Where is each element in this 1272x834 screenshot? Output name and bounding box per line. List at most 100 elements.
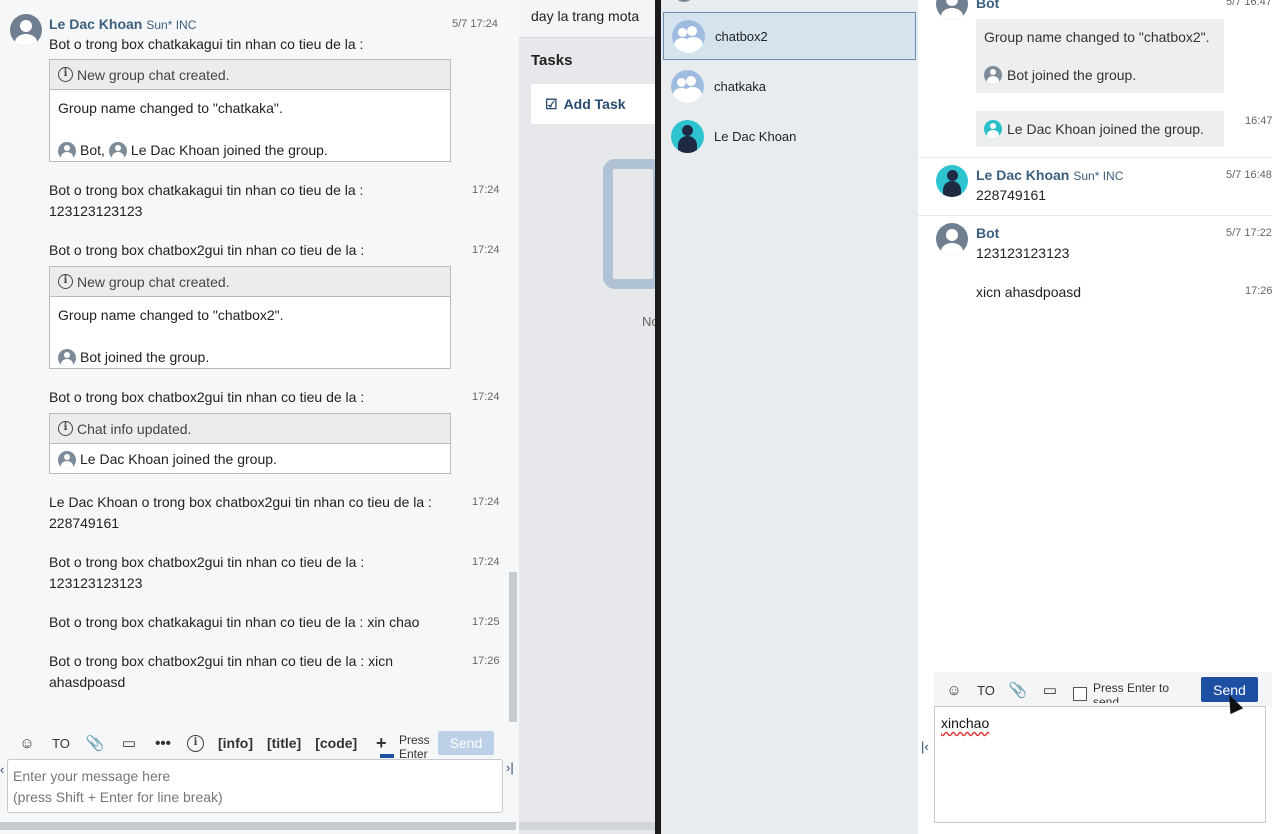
emoji-icon[interactable]: ☺ bbox=[944, 680, 964, 700]
video-call-icon[interactable]: ▭ bbox=[119, 733, 139, 753]
plus-icon[interactable]: + bbox=[371, 733, 391, 753]
message-time: 5/7 17:22 bbox=[1226, 227, 1272, 239]
info-icon: i bbox=[58, 421, 73, 436]
to-button[interactable]: TO bbox=[976, 680, 996, 700]
system-box-line: Bot, bbox=[80, 142, 105, 158]
emoji-icon[interactable]: ☺ bbox=[17, 733, 37, 753]
system-line: Le Dac Khoan joined the group. bbox=[1007, 121, 1204, 137]
message-time: 17:26 bbox=[1245, 285, 1272, 297]
sender-org: Sun* INC bbox=[146, 18, 197, 32]
sender-avatar[interactable] bbox=[10, 14, 42, 46]
attachment-icon[interactable]: 📎 bbox=[1008, 680, 1028, 700]
sender-name[interactable]: Bot bbox=[976, 225, 999, 241]
system-message: Le Dac Khoan joined the group. bbox=[976, 111, 1224, 147]
press-enter-checkbox[interactable] bbox=[1073, 687, 1087, 701]
message-text: 123123123123 bbox=[976, 245, 1070, 261]
right-window: chatbox2 chatkaka Le Dac Khoan Bot 5/7 1… bbox=[661, 0, 1272, 834]
system-box-header: New group chat created. bbox=[77, 273, 230, 290]
message-time: 17:24 bbox=[472, 556, 500, 568]
message-text: Bot o trong box chatkakagui tin nhan co … bbox=[49, 614, 420, 630]
code-tag-button[interactable]: [code] bbox=[315, 735, 357, 751]
message-separator bbox=[918, 157, 1272, 158]
room-item-chatkaka[interactable]: chatkaka bbox=[663, 62, 916, 110]
press-enter-label[interactable]: Press Enter to send bbox=[1093, 681, 1169, 703]
sender-name[interactable]: Le Dac Khoan Sun* INC bbox=[976, 167, 1123, 183]
message-time: 17:24 bbox=[472, 244, 500, 256]
left-composer-toolbar: ☺ TO 📎 ▭ ••• i [info] [title] [code] + bbox=[17, 732, 391, 754]
sender-name-text: Le Dac Khoan bbox=[49, 16, 143, 32]
timeline-scrollbar[interactable] bbox=[509, 572, 517, 722]
press-enter-checkbox[interactable] bbox=[380, 754, 394, 758]
collapse-icon[interactable]: |‹ bbox=[921, 739, 929, 754]
attachment-icon[interactable]: 📎 bbox=[85, 733, 105, 753]
message-time: 5/7 16:47 bbox=[1226, 0, 1272, 8]
sender-name-text: Le Dac Khoan bbox=[976, 167, 1070, 183]
input-value: xinchao bbox=[941, 715, 990, 731]
press-enter-text: Press Enter to bbox=[1093, 681, 1170, 695]
title-tag-button[interactable]: [title] bbox=[267, 735, 301, 751]
sender-name[interactable]: Le Dac Khoan Sun* INC bbox=[49, 16, 196, 32]
info-icon: i bbox=[58, 274, 73, 289]
message-time: 17:26 bbox=[472, 655, 500, 667]
left-window: Le Dac Khoan Sun* INC 5/7 17:24 Bot o tro… bbox=[0, 0, 655, 834]
user-mini-avatar bbox=[58, 141, 76, 160]
system-message-box: i New group chat created. Group name chan… bbox=[49, 266, 451, 369]
group-avatar bbox=[671, 69, 704, 103]
chevron-right-icon[interactable]: ›| bbox=[506, 760, 514, 775]
message-text: 123123123123 bbox=[49, 203, 143, 219]
system-box-header: Chat info updated. bbox=[77, 420, 192, 437]
send-button[interactable]: Send bbox=[438, 731, 494, 755]
message-input[interactable]: xinchao bbox=[934, 706, 1266, 823]
tasks-heading: Tasks bbox=[531, 52, 573, 69]
room-description: day la trang mota bbox=[519, 0, 655, 38]
room-item-chatbox2[interactable]: chatbox2 bbox=[663, 12, 916, 60]
message-text: 123123123123 bbox=[49, 575, 143, 591]
info-icon[interactable]: i bbox=[187, 734, 204, 752]
system-box-line: Le Dac Khoan joined the group. bbox=[130, 142, 328, 158]
message-text: ahasdpoasd bbox=[49, 674, 126, 690]
room-name: Le Dac Khoan bbox=[714, 128, 797, 144]
sender-avatar[interactable] bbox=[936, 223, 968, 255]
to-button[interactable]: TO bbox=[51, 733, 71, 753]
system-line: Bot joined the group. bbox=[1007, 67, 1137, 83]
right-composer-toolbar: ☺ TO 📎 ▭ bbox=[944, 679, 1060, 701]
user-mini-avatar bbox=[108, 141, 127, 160]
message-text: Bot o trong box chatbox2gui tin nhan co … bbox=[49, 653, 394, 669]
message-time: 17:25 bbox=[472, 616, 500, 628]
add-task-button[interactable]: ☑ Add Task bbox=[531, 84, 655, 124]
system-box-line: Bot joined the group. bbox=[80, 349, 210, 365]
user-mini-avatar bbox=[58, 450, 76, 469]
panel-scrollbar[interactable] bbox=[519, 822, 655, 830]
message-text: 228749161 bbox=[49, 515, 120, 531]
checkbox-icon: ☑ bbox=[545, 95, 558, 112]
message-time: 16:47 bbox=[1245, 115, 1272, 127]
room-avatar-partial bbox=[673, 0, 695, 2]
system-box-line: Group name changed to "chatbox2". bbox=[58, 307, 284, 323]
info-icon: i bbox=[58, 67, 73, 82]
press-enter-label[interactable]: Press Enter bbox=[399, 733, 433, 761]
sender-avatar[interactable] bbox=[936, 0, 968, 20]
system-box-line: Le Dac Khoan joined the group. bbox=[80, 451, 277, 467]
sender-avatar[interactable] bbox=[936, 165, 968, 197]
room-item-le-dac-khoan[interactable]: Le Dac Khoan bbox=[663, 112, 916, 160]
message-input[interactable]: Enter your message here (press Shift + E… bbox=[7, 759, 503, 813]
group-avatar bbox=[672, 19, 705, 53]
user-mini-avatar bbox=[984, 120, 1002, 138]
message-time: 17:24 bbox=[472, 184, 500, 196]
horizontal-scrollbar[interactable] bbox=[0, 822, 516, 830]
empty-tasks-icon bbox=[603, 159, 655, 289]
more-icon[interactable]: ••• bbox=[153, 733, 173, 753]
message-text: Le Dac Khoan o trong box chatbox2gui tin… bbox=[49, 494, 432, 510]
add-task-label: Add Task bbox=[563, 96, 626, 112]
system-message: Group name changed to "chatbox2". Bot jo… bbox=[976, 19, 1224, 93]
sender-name[interactable]: Bot bbox=[976, 0, 999, 11]
video-call-icon[interactable]: ▭ bbox=[1040, 680, 1060, 700]
user-avatar bbox=[671, 119, 704, 153]
system-line: Group name changed to "chatbox2". bbox=[984, 29, 1210, 45]
system-message-box: i Chat info updated. Le Dac Khoan joined … bbox=[49, 413, 451, 474]
chevron-left-icon[interactable]: ‹ bbox=[0, 762, 4, 777]
info-tag-button[interactable]: [info] bbox=[218, 735, 253, 751]
room-list: chatbox2 chatkaka Le Dac Khoan bbox=[661, 0, 918, 834]
message-text: 228749161 bbox=[976, 187, 1047, 203]
message-text: Bot o trong box chatbox2gui tin nhan co … bbox=[49, 242, 365, 258]
